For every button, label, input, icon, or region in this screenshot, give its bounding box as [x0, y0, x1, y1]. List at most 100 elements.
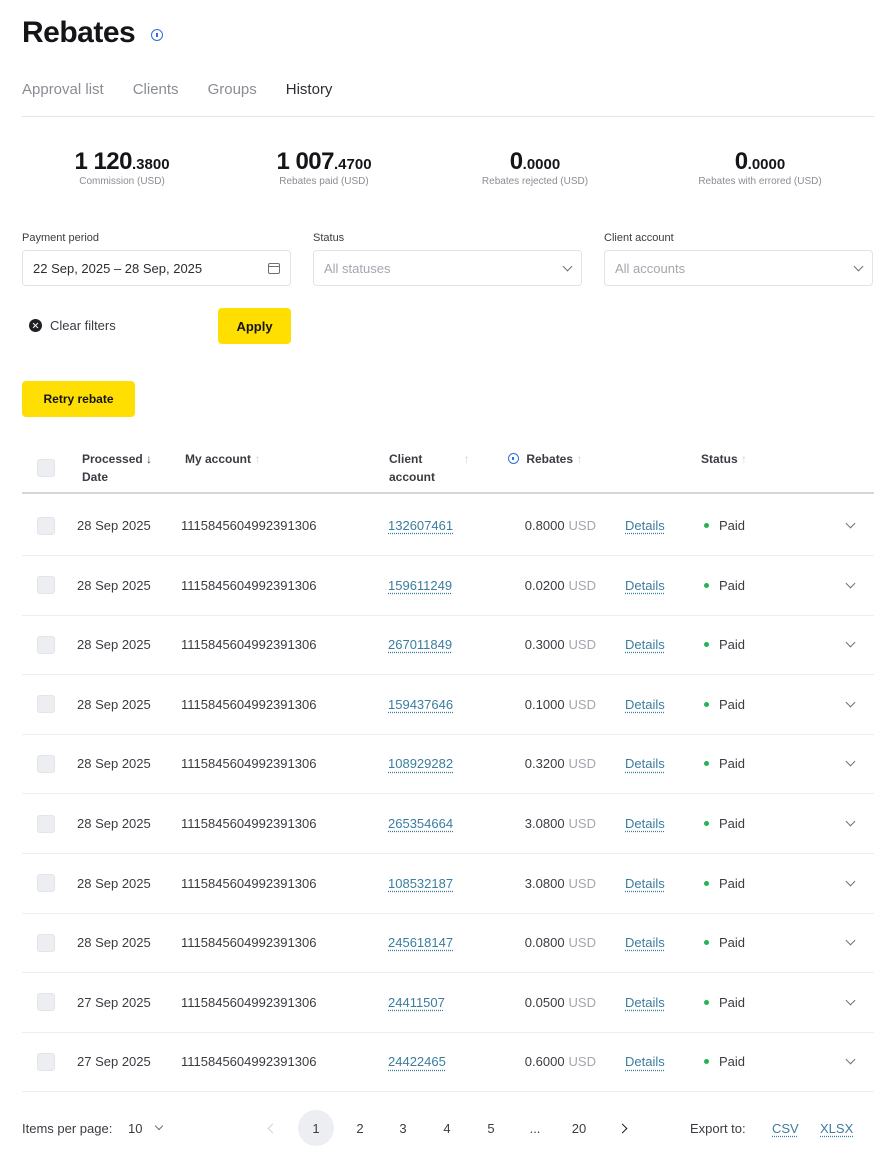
- payment-period-field[interactable]: 22 Sep, 2025 – 28 Sep, 2025: [22, 250, 291, 286]
- client-account-link[interactable]: 108532187: [388, 854, 453, 913]
- row-checkbox[interactable]: [37, 695, 55, 714]
- status-select[interactable]: All statuses: [313, 250, 582, 286]
- table-row[interactable]: 27 Sep 2025 1115845604992391306 24422465 0.…: [22, 1032, 874, 1093]
- client-account-link[interactable]: 159611249: [388, 556, 452, 615]
- client-account-link[interactable]: 24422465: [388, 1032, 446, 1091]
- client-account-link[interactable]: 265354664: [388, 794, 453, 853]
- col-client-account[interactable]: Client ↑ account: [389, 450, 470, 486]
- table-row[interactable]: 28 Sep 2025 1115845604992391306 108532187 3…: [22, 854, 874, 914]
- prev-page-button[interactable]: [262, 1110, 282, 1146]
- table-row[interactable]: 28 Sep 2025 1115845604992391306 132607461 0…: [22, 496, 874, 556]
- page-2[interactable]: 2: [342, 1110, 378, 1146]
- details-link[interactable]: Details: [625, 794, 665, 853]
- expand-row-button[interactable]: [845, 496, 856, 555]
- status-text: Paid: [719, 637, 746, 653]
- table-row[interactable]: 28 Sep 2025 1115845604992391306 245618147 0…: [22, 913, 874, 974]
- details-link[interactable]: Details: [625, 1032, 665, 1091]
- details-link[interactable]: Details: [625, 913, 665, 972]
- info-icon[interactable]: [151, 29, 163, 41]
- chevron-down-icon: [845, 756, 856, 767]
- tab-history[interactable]: History: [286, 81, 333, 98]
- expand-row-button[interactable]: [845, 1032, 856, 1091]
- expand-row-button[interactable]: [845, 734, 856, 793]
- col-my-account[interactable]: My account ↑: [185, 450, 260, 468]
- client-account-select[interactable]: All accounts: [604, 250, 873, 286]
- expand-row-button[interactable]: [845, 556, 856, 615]
- page-4[interactable]: 4: [429, 1110, 465, 1146]
- client-account-link[interactable]: 108929282: [388, 734, 453, 793]
- client-account-link[interactable]: 245618147: [388, 913, 453, 972]
- row-checkbox[interactable]: [37, 814, 55, 833]
- page-5[interactable]: 5: [473, 1110, 509, 1146]
- col-processed-date[interactable]: Processed ↓ Date: [82, 450, 152, 486]
- next-page-button[interactable]: [612, 1110, 632, 1146]
- chevron-down-icon: [845, 935, 856, 946]
- tab-approval-list[interactable]: Approval list: [22, 81, 104, 98]
- expand-row-button[interactable]: [845, 675, 856, 734]
- expand-row-button[interactable]: [845, 615, 856, 674]
- processed-date: 28 Sep 2025: [77, 935, 151, 951]
- details-link[interactable]: Details: [625, 675, 665, 734]
- row-checkbox[interactable]: [37, 754, 55, 773]
- items-per-page-select[interactable]: 10: [128, 1110, 164, 1146]
- tab-groups[interactable]: Groups: [208, 81, 257, 98]
- page-ellipsis: ...: [529, 1120, 541, 1136]
- processed-date: 28 Sep 2025: [77, 518, 151, 533]
- details-link[interactable]: Details: [625, 854, 665, 913]
- table-row[interactable]: 28 Sep 2025 1115845604992391306 267011849 0…: [22, 615, 874, 676]
- row-checkbox[interactable]: [37, 576, 55, 595]
- expand-row-button[interactable]: [845, 973, 856, 1032]
- col-rebates[interactable]: Rebates ↑: [508, 450, 582, 468]
- calendar-icon[interactable]: [268, 262, 280, 274]
- details-link[interactable]: Details: [625, 973, 665, 1032]
- retry-rebate-button[interactable]: Retry rebate: [22, 381, 135, 417]
- rebate-currency: USD: [568, 518, 596, 533]
- page-3[interactable]: 3: [385, 1110, 421, 1146]
- tabs-divider: [22, 116, 874, 117]
- export-csv-link[interactable]: CSV: [772, 1110, 799, 1146]
- row-checkbox[interactable]: [37, 993, 55, 1012]
- client-account-link[interactable]: 159437646: [388, 675, 453, 734]
- rebate-amount: 0.0200 USD: [462, 556, 596, 615]
- page-1[interactable]: 1: [298, 1110, 334, 1146]
- export-xlsx-link[interactable]: XLSX: [820, 1110, 853, 1146]
- clear-filters-button[interactable]: Clear filters: [29, 318, 116, 333]
- stat-rebates-rejected: 0.0000 Rebates rejected (USD): [435, 148, 635, 187]
- sort-arrow-icon: ↑: [254, 452, 261, 466]
- row-checkbox[interactable]: [37, 874, 55, 893]
- stat-value-dec: .3800: [132, 156, 170, 173]
- table-row[interactable]: 28 Sep 2025 1115845604992391306 159611249 0…: [22, 556, 874, 616]
- expand-row-button[interactable]: [845, 913, 856, 972]
- info-icon[interactable]: [508, 453, 519, 464]
- details-link[interactable]: Details: [625, 556, 665, 615]
- table-row[interactable]: 28 Sep 2025 1115845604992391306 108929282 0…: [22, 734, 874, 795]
- page-20[interactable]: 20: [561, 1110, 597, 1146]
- table-row[interactable]: 27 Sep 2025 1115845604992391306 24411507 0.…: [22, 973, 874, 1033]
- select-all-checkbox[interactable]: [37, 459, 55, 477]
- col-status[interactable]: Status ↑: [701, 450, 747, 468]
- details-link[interactable]: Details: [625, 496, 665, 555]
- table-row[interactable]: 28 Sep 2025 1115845604992391306 159437646 0…: [22, 675, 874, 735]
- expand-row-button[interactable]: [845, 794, 856, 853]
- sort-arrow-icon: ↑: [741, 452, 748, 466]
- row-checkbox[interactable]: [37, 635, 55, 654]
- row-checkbox[interactable]: [37, 933, 55, 952]
- expand-row-button[interactable]: [845, 854, 856, 913]
- row-checkbox[interactable]: [37, 1052, 55, 1071]
- details-link[interactable]: Details: [625, 615, 665, 674]
- client-account-link[interactable]: 132607461: [388, 496, 453, 555]
- client-account-link[interactable]: 267011849: [388, 615, 452, 674]
- details-link[interactable]: Details: [625, 734, 665, 793]
- row-checkbox-cell: [37, 675, 55, 734]
- export-label: Export to:: [690, 1120, 746, 1136]
- tab-clients[interactable]: Clients: [133, 81, 179, 98]
- rebate-value: 0.3200: [524, 756, 565, 772]
- table-row[interactable]: 28 Sep 2025 1115845604992391306 265354664 3…: [22, 794, 874, 854]
- client-account-link[interactable]: 24411507: [388, 973, 445, 1032]
- rebate-value: 0.1000: [524, 696, 565, 712]
- rebate-amount: 0.3000 USD: [462, 615, 596, 674]
- row-checkbox[interactable]: [37, 516, 55, 535]
- apply-button[interactable]: Apply: [218, 308, 291, 344]
- stat-label: Rebates rejected (USD): [481, 176, 589, 187]
- status-text: Paid: [719, 756, 746, 772]
